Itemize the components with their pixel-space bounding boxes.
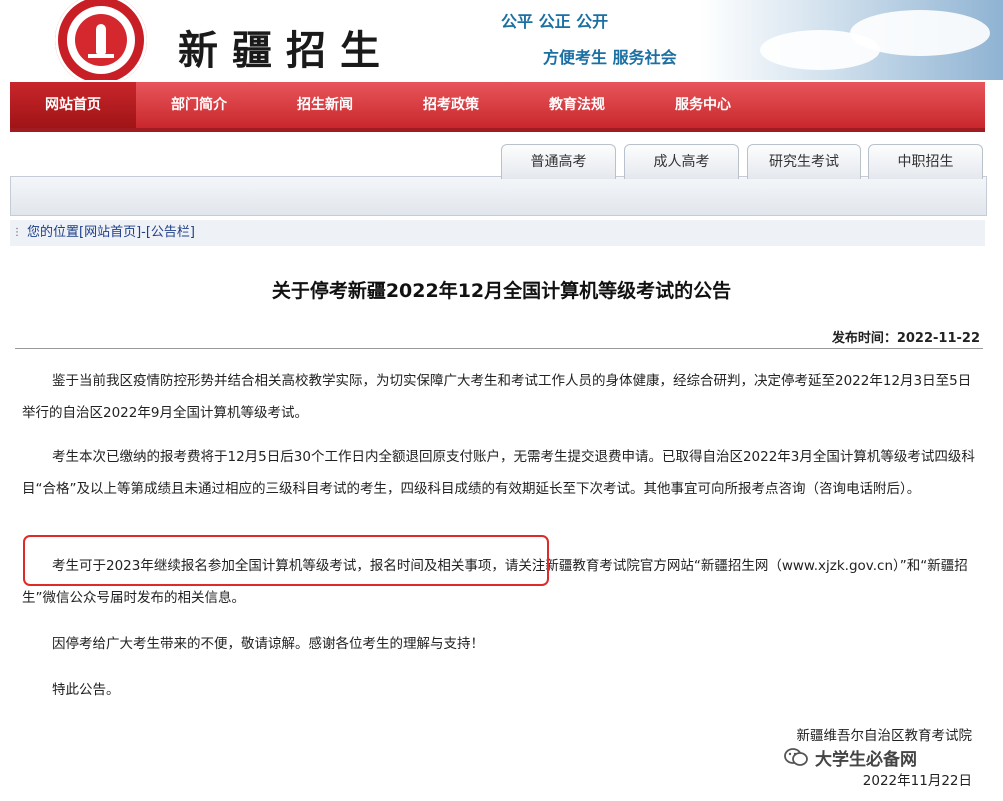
tab-strip — [10, 176, 987, 216]
breadcrumb: ⋮ 您的位置[网站首页]-[公告栏] — [10, 220, 985, 246]
nav-item-regulations[interactable]: 教育法规 — [514, 82, 640, 128]
tab-graduate[interactable]: 研究生考试 — [747, 144, 861, 179]
torch-icon — [96, 24, 106, 54]
tab-adult[interactable]: 成人高考 — [624, 144, 739, 179]
breadcrumb-prefix: 您的位置 — [27, 225, 80, 240]
highlight-annotation — [23, 535, 549, 586]
nav-item-home[interactable]: 网站首页 — [10, 82, 136, 128]
slogan-fairness: 公平 公正 公开 — [501, 12, 609, 31]
bullet-icon: ⋮ — [12, 227, 22, 238]
watermark-text: 大学生必备网 — [815, 750, 917, 770]
paragraph-4: 因停考给广大考生带来的不便，敬请谅解。感谢各位考生的理解与支持！ — [52, 636, 484, 652]
nav-item-news[interactable]: 招生新闻 — [262, 82, 388, 128]
breadcrumb-path[interactable]: [网站首页]-[公告栏] — [79, 225, 195, 240]
site-title: 新疆招生 — [178, 27, 394, 74]
publish-date: 发布时间：2022-11-22 — [831, 331, 980, 346]
wechat-icon — [784, 748, 808, 766]
nav-item-policy[interactable]: 招考政策 — [388, 82, 514, 128]
signature-org: 新疆维吾尔自治区教育考试院 — [796, 728, 973, 744]
paragraph-1: 鉴于当前我区疫情防控形势并结合相关高校教学实际，为切实保障广大考生和考试工作人员… — [22, 373, 972, 421]
signature-date: 2022年11月22日 — [862, 773, 972, 789]
paragraph-5: 特此公告。 — [52, 682, 120, 698]
nav-item-service[interactable]: 服务中心 — [640, 82, 766, 128]
site-header: 新疆招生 公平 公正 公开 方便考生 服务社会 — [0, 0, 1003, 80]
exam-tabs: 普通高考 成人高考 研究生考试 中职招生 — [10, 140, 987, 218]
tab-gaokao[interactable]: 普通高考 — [501, 144, 616, 179]
sky-banner — [700, 0, 1003, 80]
nav-item-about[interactable]: 部门简介 — [136, 82, 262, 128]
article-title: 关于停考新疆2022年12月全国计算机等级考试的公告 — [271, 280, 732, 302]
slogan-service: 方便考生 服务社会 — [543, 48, 677, 67]
site-logo[interactable] — [55, 0, 147, 80]
tab-vocational[interactable]: 中职招生 — [868, 144, 983, 179]
divider — [15, 348, 983, 349]
paragraph-2: 考生本次已缴纳的报考费将于12月5日后30个工作日内全额退回原支付账户，无需考生… — [22, 449, 975, 497]
main-nav: 网站首页 部门简介 招生新闻 招考政策 教育法规 服务中心 — [10, 82, 985, 132]
